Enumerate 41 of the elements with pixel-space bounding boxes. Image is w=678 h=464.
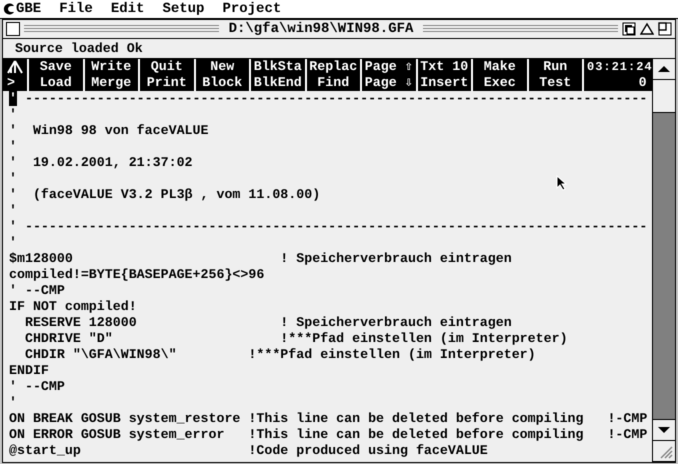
code-line: ENDIF bbox=[9, 363, 49, 379]
code-line: ' bbox=[9, 203, 17, 219]
status-message: Source loaded Ok bbox=[15, 41, 143, 56]
code-line: IF NOT compiled! bbox=[9, 299, 137, 315]
menu-item[interactable]: File bbox=[59, 1, 93, 17]
fuller-icon[interactable] bbox=[658, 22, 672, 36]
tool-icon[interactable] bbox=[5, 60, 25, 74]
iconify-icon[interactable] bbox=[622, 22, 636, 36]
code-line: ' ------------------------------------------------------------------------------ bbox=[9, 219, 648, 235]
close-box-icon[interactable] bbox=[6, 22, 20, 36]
mouse-pointer-icon bbox=[556, 175, 567, 191]
code-line: ' --CMP bbox=[9, 379, 65, 395]
window-title: D:\gfa\win98\WIN98.GFA bbox=[228, 21, 414, 37]
triangle-icon[interactable] bbox=[640, 22, 654, 36]
code-line: ' bbox=[9, 107, 17, 123]
menu-item[interactable]: Setup bbox=[162, 1, 204, 17]
code-line: ' bbox=[9, 139, 17, 155]
code-line: @start_up !Code produced using faceVALUE bbox=[9, 443, 488, 459]
code-line: ' bbox=[9, 395, 17, 411]
code-line: ON BREAK GOSUB system_restore !This line can be deleted before compiling !-CMP bbox=[9, 411, 648, 427]
code-line: $m128000 ! Speicherverbrauch eintragen bbox=[9, 251, 512, 267]
scrollbar-thumb[interactable] bbox=[653, 80, 675, 113]
code-line: RESERVE 128000 ! Speicherverbrauch eintragen bbox=[24, 315, 512, 331]
app-menu[interactable]: GBE bbox=[16, 1, 42, 17]
code-line: ON ERROR GOSUB system_error !This line can be deleted before compiling !-CMP bbox=[9, 427, 648, 443]
code-line: ' Win98 98 von faceVALUE bbox=[9, 123, 208, 139]
code-line: CHDIR "\GFA\WIN98\" !***Pfad einstellen (im Interpreter) bbox=[24, 347, 536, 363]
menu-item[interactable]: Edit bbox=[110, 1, 144, 17]
scrollbar-track[interactable] bbox=[653, 80, 675, 420]
function-key[interactable]: BlkSta bbox=[249, 59, 304, 75]
code-line: ' --CMP bbox=[9, 283, 65, 299]
code-line: ' bbox=[9, 171, 17, 187]
code-line: ' bbox=[9, 235, 17, 251]
prompt-marker: > bbox=[6, 75, 16, 91]
swirl-logo-icon[interactable] bbox=[2, 2, 16, 16]
code-line: compiled!=BYTE{BASEPAGE+256}<>96 bbox=[9, 267, 264, 283]
menu-item[interactable]: Project bbox=[222, 1, 282, 17]
code-line: CHDRIVE "D" !***Pfad einstellen (im Interpreter) bbox=[24, 331, 568, 347]
code-line: ' ------------------------------------------------------------------------------ bbox=[9, 91, 648, 107]
code-line: ' (faceVALUE V3.2 PL3β , vom 11.08.00) bbox=[9, 187, 320, 203]
code-line: ' 19.02.2001, 21:37:02 bbox=[9, 155, 193, 171]
